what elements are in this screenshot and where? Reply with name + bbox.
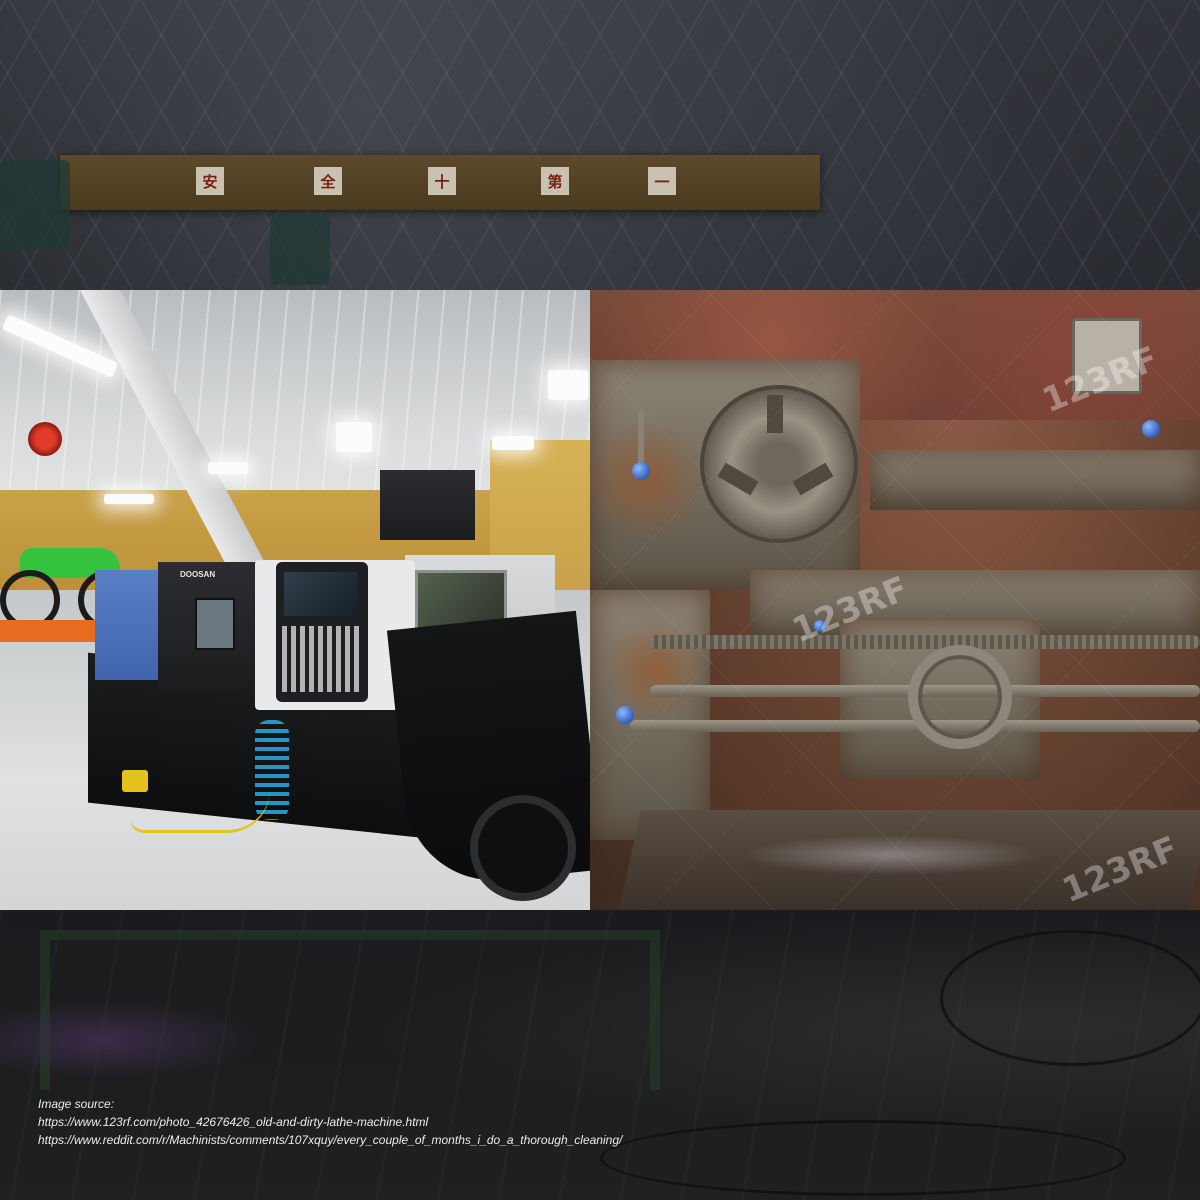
control-screen bbox=[284, 572, 358, 616]
ceiling-light bbox=[548, 370, 588, 400]
background-cable bbox=[940, 930, 1200, 1066]
lathe-small-door bbox=[195, 598, 235, 650]
lathe-side-cabinet bbox=[95, 570, 159, 680]
roof-truss bbox=[0, 0, 1200, 290]
source-link-123rf: https://www.123rf.com/photo_42676426_old… bbox=[38, 1115, 429, 1129]
control-keypad bbox=[282, 626, 360, 692]
source-link-reddit: https://www.reddit.com/r/Machinists/comm… bbox=[38, 1133, 623, 1147]
ceiling-light bbox=[208, 462, 248, 474]
crane-sign-5: 一 bbox=[648, 167, 676, 195]
background-motor bbox=[270, 215, 330, 285]
caption-heading: Image source: bbox=[38, 1097, 115, 1111]
pedal-cord bbox=[130, 790, 270, 833]
brand-label: DOOSAN bbox=[180, 570, 216, 579]
conveyor-wheel bbox=[470, 795, 576, 901]
background-machine bbox=[0, 160, 70, 250]
photo-cnc-lathe: DOOSAN bbox=[0, 290, 590, 910]
image-source-caption: Image source: https://www.123rf.com/phot… bbox=[38, 1095, 1158, 1149]
ceiling-light bbox=[492, 436, 534, 450]
background-cloth bbox=[0, 1000, 260, 1080]
foot-pedal bbox=[122, 770, 148, 792]
lathe-top-housing bbox=[380, 470, 475, 540]
crane-sign-1: 安 bbox=[196, 167, 224, 195]
crane-sign-3: 十 bbox=[428, 167, 456, 195]
photo-old-lathe: 123RF 123RF 123RF bbox=[590, 290, 1200, 910]
motorcycle-lift bbox=[0, 620, 100, 642]
hose-reel bbox=[28, 422, 62, 456]
crane-sign-2: 全 bbox=[314, 167, 342, 195]
ceiling-light bbox=[336, 422, 372, 452]
crane-sign-4: 第 bbox=[541, 167, 569, 195]
ceiling-light bbox=[104, 494, 154, 504]
